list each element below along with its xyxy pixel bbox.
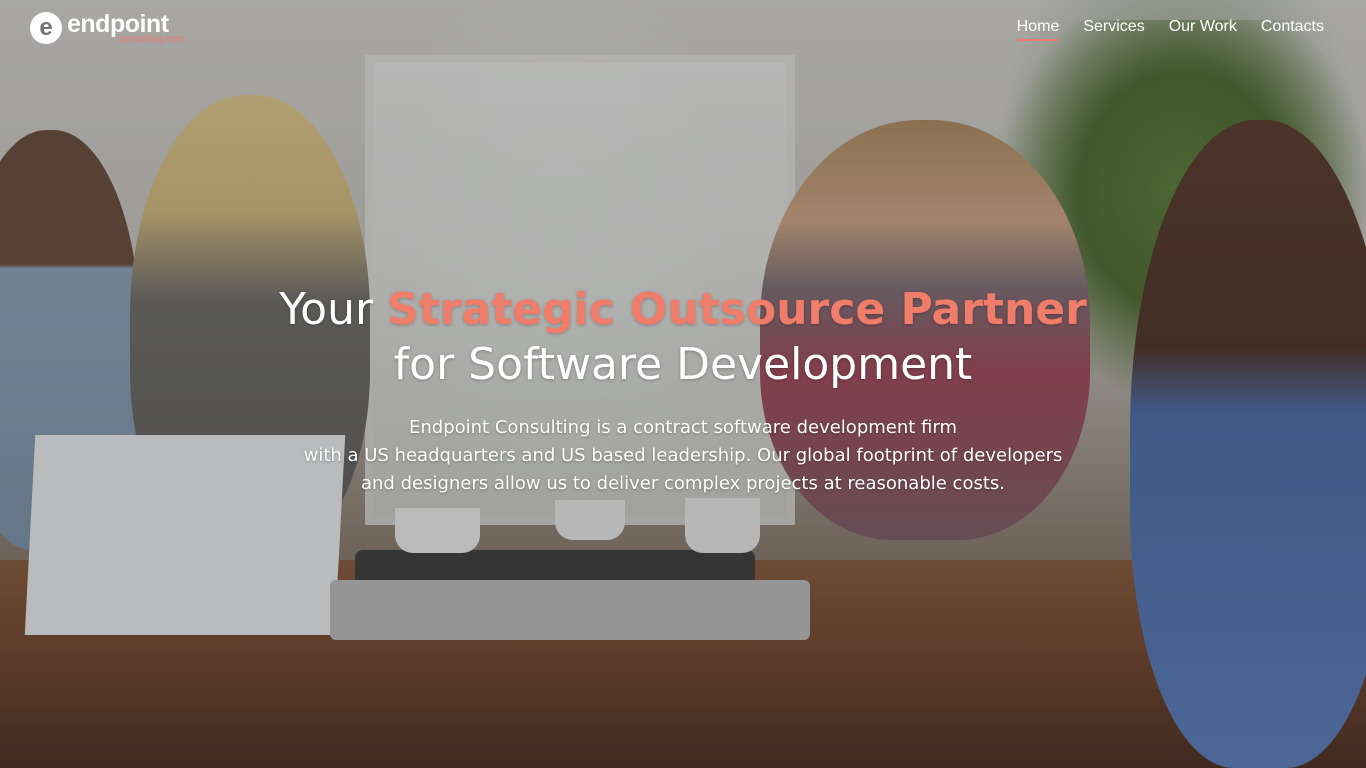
logo-mark-icon: e <box>30 12 62 44</box>
hero-description: Endpoint Consulting is a contract softwa… <box>0 414 1366 498</box>
logo-link[interactable]: e endpoint consulting.com <box>30 10 200 48</box>
nav-item-services[interactable]: Services <box>1083 18 1144 41</box>
description-line: Endpoint Consulting is a contract softwa… <box>409 417 957 438</box>
nav-item-contacts[interactable]: Contacts <box>1261 18 1324 41</box>
main-nav: Home Services Our Work Contacts <box>1016 18 1324 41</box>
description-line: and designers allow us to deliver comple… <box>360 473 1005 494</box>
nav-item-our-work[interactable]: Our Work <box>1169 18 1237 41</box>
headline-prefix: Your <box>279 284 374 335</box>
description-line: with a US headquarters and US based lead… <box>303 445 1063 466</box>
headline-accent: Strategic Outsource Partner <box>387 284 1087 335</box>
site-header: e endpoint consulting.com Home Services … <box>0 0 1366 60</box>
hero-headline: Your Strategic Outsource Partner for Sof… <box>0 282 1366 392</box>
nav-item-home[interactable]: Home <box>1016 18 1060 41</box>
hero-section: Your Strategic Outsource Partner for Sof… <box>0 282 1366 498</box>
logo-tagline: consulting.com <box>118 34 185 45</box>
headline-line-two: for Software Development <box>393 339 973 390</box>
logo-mark-letter: e <box>39 14 53 41</box>
